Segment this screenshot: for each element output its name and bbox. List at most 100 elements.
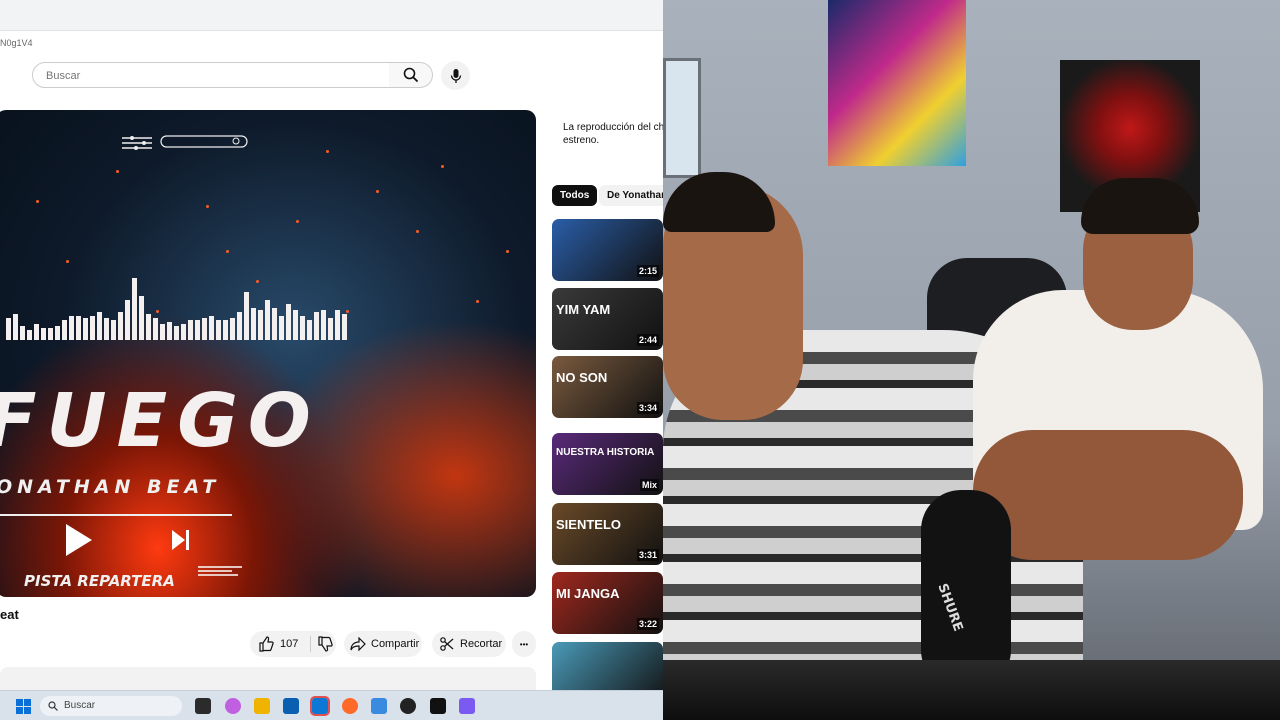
chip-de-yonathan[interactable]: De Yonathan — [599, 185, 663, 206]
visualizer-bar — [34, 324, 39, 340]
visualizer-bar — [69, 316, 74, 340]
video-art-title: FUEGO — [0, 378, 321, 464]
search-box[interactable] — [32, 62, 390, 88]
visualizer-bar — [181, 324, 186, 340]
playlist-icon[interactable] — [198, 565, 242, 577]
chat-message-line: La reproducción del cha — [563, 122, 663, 133]
visualizer-bar — [237, 312, 242, 340]
share-label: Compartir — [371, 638, 420, 650]
task-view-icon[interactable] — [195, 698, 211, 714]
video-art-artist: ONATHAN BEAT — [0, 476, 221, 498]
webcam-feed: SHURE — [663, 0, 1280, 720]
like-divider — [310, 636, 312, 652]
visualizer-bar — [202, 318, 207, 340]
related-video-thumbnail[interactable]: NUESTRA HISTORIA Mix — [552, 433, 663, 495]
audio-visualizer — [6, 240, 347, 340]
thumbnail-duration: Mix — [639, 479, 659, 491]
visualizer-bar — [195, 320, 200, 340]
visualizer-bar — [153, 318, 158, 340]
scissors-icon — [440, 637, 454, 651]
visualizer-bar — [216, 320, 221, 340]
more-actions-button[interactable]: ••• — [512, 631, 536, 657]
visualizer-bar — [286, 304, 291, 340]
app-icon[interactable] — [459, 698, 475, 714]
search-icon — [403, 67, 418, 83]
visualizer-bar — [251, 308, 256, 340]
play-icon[interactable] — [66, 524, 92, 556]
visualizer-bar — [244, 292, 249, 340]
visualizer-bar — [125, 300, 130, 340]
visualizer-bar — [20, 326, 25, 340]
store-icon[interactable] — [283, 698, 299, 714]
visualizer-bar — [55, 326, 60, 340]
taskbar-search[interactable]: Buscar — [40, 696, 182, 716]
browser-window: N0g1V4 FUEGO ONATHAN BEAT PISTA REPARTER… — [0, 0, 663, 720]
taskbar: Buscar — [0, 690, 663, 720]
visualizer-bar — [118, 312, 123, 340]
search-input[interactable] — [44, 64, 348, 88]
chip-todos[interactable]: Todos — [552, 185, 598, 206]
outlook-icon[interactable] — [310, 696, 330, 716]
search-icon — [48, 701, 58, 711]
related-video-thumbnail[interactable]: NO SON 3:34 — [552, 356, 663, 418]
visualizer-bar — [13, 314, 18, 340]
visualizer-bar — [209, 316, 214, 340]
firefox-icon[interactable] — [342, 698, 358, 714]
search-button[interactable] — [389, 62, 433, 88]
thumbs-down-icon[interactable] — [317, 636, 334, 652]
app-icon[interactable] — [371, 698, 387, 714]
like-dislike-group: 107 — [250, 631, 336, 657]
visualizer-bar — [83, 318, 88, 340]
window — [663, 58, 701, 178]
related-video-thumbnail[interactable]: SIENTELO 3:31 — [552, 503, 663, 565]
thumbnail-duration: 3:22 — [636, 618, 659, 630]
file-explorer-icon[interactable] — [254, 698, 270, 714]
share-icon — [350, 637, 366, 651]
windows-start-icon[interactable] — [16, 699, 31, 714]
voice-search-button[interactable] — [441, 61, 470, 90]
related-video-thumbnail[interactable]: 2:15 — [552, 219, 663, 281]
address-url: N0g1V4 — [0, 38, 33, 48]
visualizer-bar — [90, 316, 95, 340]
obs-icon[interactable] — [400, 698, 416, 714]
visualizer-bar — [223, 320, 228, 340]
thumbnail-caption: NO SON — [556, 370, 608, 385]
clip-button[interactable]: Recortar — [432, 631, 506, 657]
tiktok-icon[interactable] — [430, 698, 446, 714]
skip-next-icon[interactable] — [172, 530, 190, 550]
equalizer-search-graphic — [122, 135, 248, 150]
visualizer-bar — [27, 330, 32, 340]
visualizer-bar — [258, 310, 263, 340]
taskbar-search-label: Buscar — [64, 700, 96, 711]
visualizer-bar — [300, 316, 305, 340]
visualizer-bar — [272, 308, 277, 340]
thumbs-up-icon[interactable] — [258, 636, 274, 652]
visualizer-bar — [48, 328, 53, 340]
video-art-subtitle: PISTA REPARTERA — [24, 572, 175, 590]
description-box[interactable] — [0, 667, 536, 690]
thumbnail-duration: 2:44 — [636, 334, 659, 346]
person-right-arm — [973, 430, 1243, 560]
visualizer-bar — [307, 320, 312, 340]
share-button[interactable]: Compartir — [344, 631, 422, 657]
visualizer-bar — [293, 310, 298, 340]
visualizer-bar — [62, 320, 67, 340]
copilot-icon[interactable] — [225, 698, 241, 714]
visualizer-bar — [321, 310, 326, 340]
related-video-thumbnail[interactable]: YIM YAM 2:44 — [552, 288, 663, 350]
address-bar[interactable]: N0g1V4 — [0, 33, 663, 55]
thumbnail-duration: 2:15 — [636, 265, 659, 277]
chat-replay-message: La reproducción del cha estreno. — [563, 121, 663, 147]
mario-kart-poster — [828, 0, 966, 166]
thumbnail-caption: MI JANGA — [556, 586, 620, 601]
visualizer-bar — [328, 318, 333, 340]
visualizer-bar — [97, 312, 102, 340]
like-count: 107 — [280, 638, 299, 650]
mic-arm — [663, 660, 1280, 720]
visualizer-bar — [111, 320, 116, 340]
person-left-hair — [663, 172, 775, 232]
related-video-thumbnail[interactable]: MI JANGA 3:22 — [552, 572, 663, 634]
visualizer-bar — [265, 300, 270, 340]
thumbnail-caption: NUESTRA HISTORIA — [556, 447, 655, 458]
visualizer-bar — [139, 296, 144, 340]
